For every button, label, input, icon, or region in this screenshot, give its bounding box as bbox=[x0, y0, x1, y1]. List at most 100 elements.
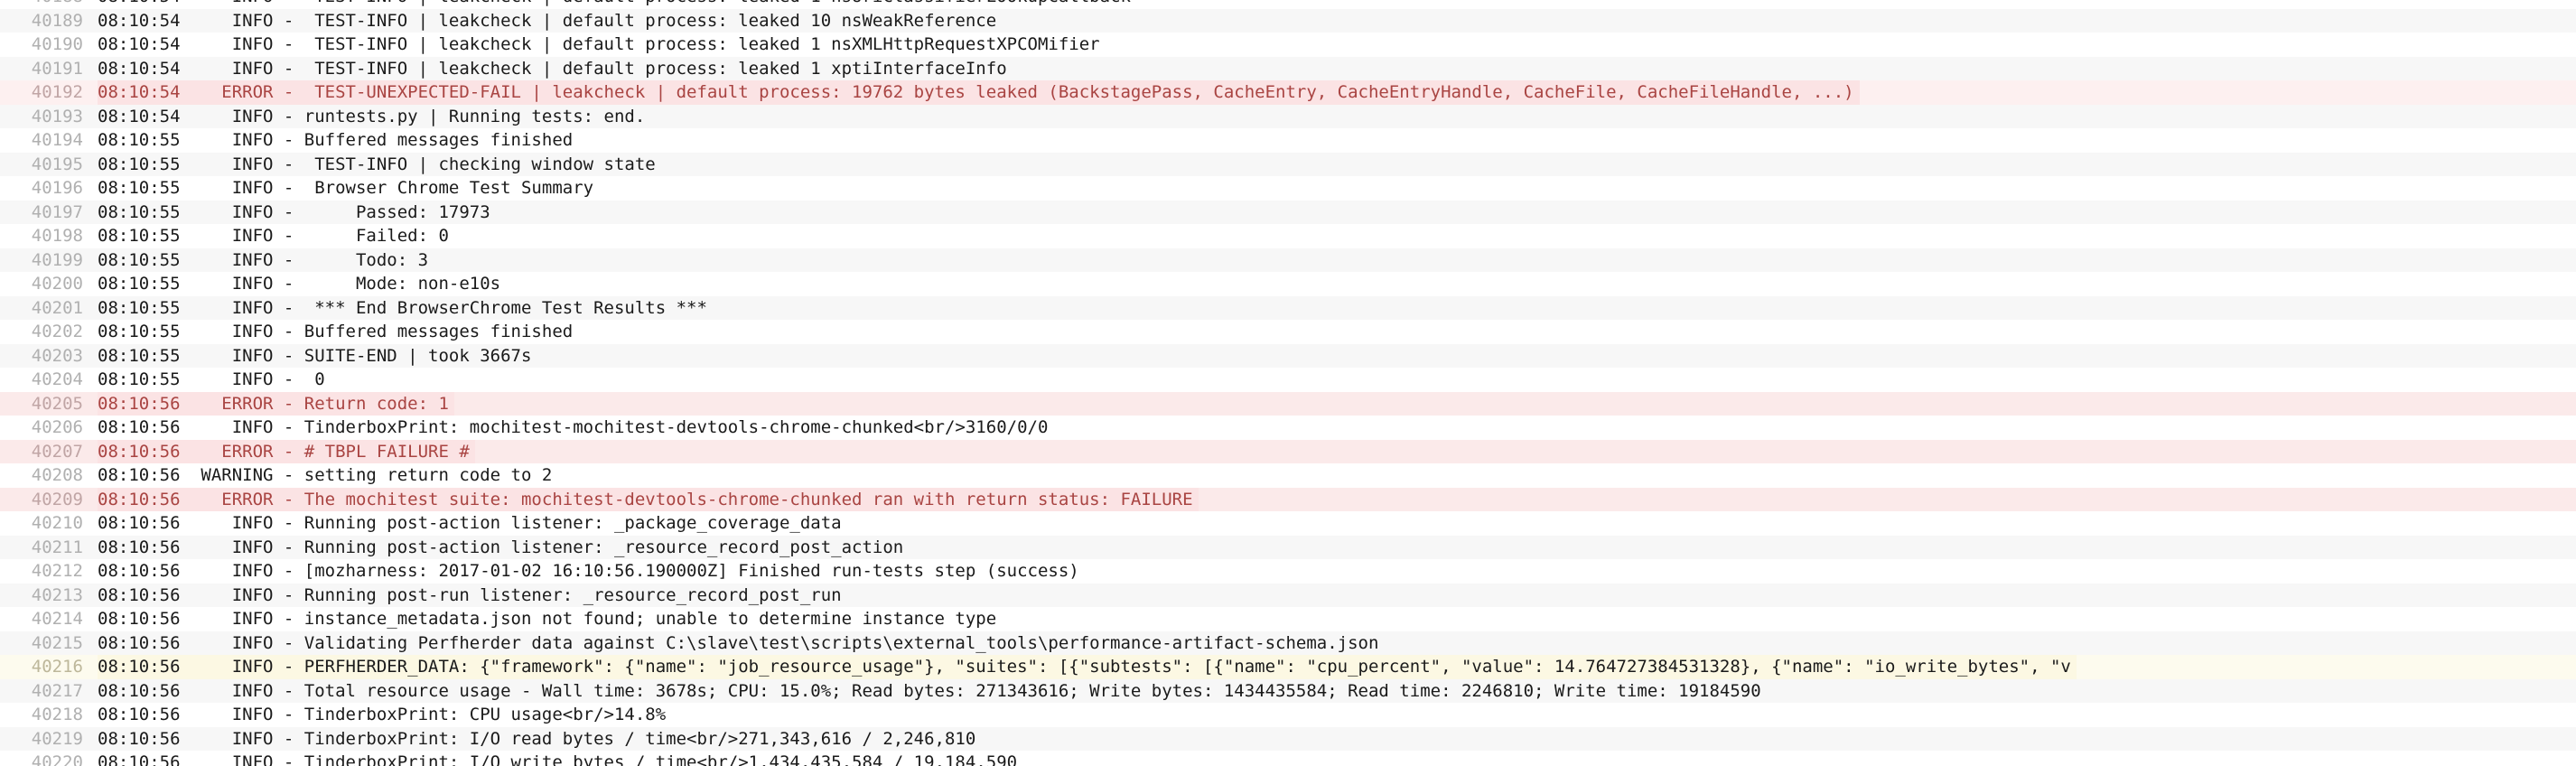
log-line-number: 40201 bbox=[31, 297, 83, 318]
log-line-text: 08:10:56 INFO - TinderboxPrint: mochites… bbox=[98, 417, 1049, 437]
log-row[interactable]: 40189 08:10:54 INFO - TEST-INFO | leakche… bbox=[0, 8, 2576, 33]
log-line-text: 08:10:56 INFO - Running post-action list… bbox=[98, 513, 842, 533]
log-line-number: 40192 bbox=[31, 82, 83, 102]
log-line-text: 08:10:55 INFO - SUITE-END | took 3667s bbox=[98, 345, 532, 366]
log-line-number: 40191 bbox=[31, 58, 83, 79]
log-line-text: 08:10:56 ERROR - The mochitest suite: mo… bbox=[98, 487, 1199, 511]
log-row[interactable]: 40210 08:10:56 INFO - Running post-action… bbox=[0, 511, 2576, 536]
log-line-number: 40189 bbox=[31, 10, 83, 31]
log-line-number: 40202 bbox=[31, 322, 83, 341]
log-line-number: 40211 bbox=[31, 537, 83, 557]
log-row[interactable]: 40201 08:10:55 INFO - *** End BrowserChro… bbox=[0, 295, 2576, 320]
log-line-text: 08:10:55 INFO - TEST-INFO | checking win… bbox=[98, 154, 656, 174]
log-row[interactable]: 40204 08:10:55 INFO - 0 bbox=[0, 368, 2576, 392]
log-row[interactable]: 40218 08:10:56 INFO - TinderboxPrint: CPU… bbox=[0, 703, 2576, 727]
log-row[interactable]: 40207 08:10:56 ERROR - # TBPL FAILURE # bbox=[0, 439, 2576, 463]
log-viewer[interactable]: 4018808:10:54 INFO - TEST-INFO | leakche… bbox=[0, 0, 2576, 766]
log-row[interactable]: 40213 08:10:56 INFO - Running post-run li… bbox=[0, 583, 2576, 607]
log-line-number: 40209 bbox=[31, 489, 83, 509]
log-line-number: 40208 bbox=[31, 465, 83, 485]
log-line-text: 08:10:54 INFO - TEST-INFO | leakcheck | … bbox=[98, 34, 1100, 54]
log-row[interactable]: 40215 08:10:56 INFO - Validating Perfherd… bbox=[0, 631, 2576, 655]
log-line-number: 40213 bbox=[31, 584, 83, 605]
log-row[interactable]: 40214 08:10:56 INFO - instance_metadata.j… bbox=[0, 607, 2576, 631]
log-line-number: 40212 bbox=[31, 561, 83, 581]
log-line-number: 40218 bbox=[31, 705, 83, 724]
log-row[interactable]: 40193 08:10:54 INFO - runtests.py | Runni… bbox=[0, 104, 2576, 128]
log-line-text: 08:10:54 INFO - runtests.py | Running te… bbox=[98, 106, 646, 126]
log-line-text: 08:10:56 INFO - instance_metadata.json n… bbox=[98, 609, 997, 629]
log-row[interactable]: 40206 08:10:56 INFO - TinderboxPrint: moc… bbox=[0, 416, 2576, 440]
log-row[interactable]: 40202 08:10:55 INFO - Buffered messages f… bbox=[0, 320, 2576, 344]
log-line-text: 08:10:54 INFO - TEST-INFO | leakcheck | … bbox=[98, 58, 1007, 79]
log-line-number: 40199 bbox=[31, 249, 83, 270]
log-line-number: 40203 bbox=[31, 345, 83, 366]
log-line-text: 08:10:55 INFO - *** End BrowserChrome Te… bbox=[98, 297, 707, 318]
log-line-text: 08:10:56 INFO - TinderboxPrint: I/O read… bbox=[98, 728, 976, 749]
log-row[interactable]: 40192 08:10:54 ERROR - TEST-UNEXPECTED-FA… bbox=[0, 80, 2576, 105]
log-line-number: 40190 bbox=[31, 34, 83, 54]
log-line-text: 08:10:56 INFO - [mozharness: 2017-01-02 … bbox=[98, 561, 1079, 581]
log-line-number: 40220 bbox=[31, 752, 83, 766]
log-line-text: 08:10:55 INFO - Failed: 0 bbox=[98, 226, 449, 246]
log-line-number: 40207 bbox=[31, 441, 83, 462]
log-row[interactable]: 40216 08:10:56 INFO - PERFHERDER_DATA: {"… bbox=[0, 655, 2576, 679]
log-line-text: 08:10:56 INFO - Running post-action list… bbox=[98, 537, 904, 557]
log-line-text: 08:10:54 INFO - TEST-INFO | leakcheck | … bbox=[98, 10, 997, 31]
log-line-number: 40197 bbox=[31, 201, 83, 222]
log-line-number: 40210 bbox=[31, 513, 83, 533]
log-row[interactable]: 40208 08:10:56 WARNING - setting return c… bbox=[0, 463, 2576, 488]
log-row[interactable]: 40209 08:10:56 ERROR - The mochitest suit… bbox=[0, 487, 2576, 511]
log-line-text: 08:10:56 INFO - TinderboxPrint: I/O writ… bbox=[98, 752, 1018, 766]
log-line-text: 08:10:55 INFO - 0 bbox=[98, 369, 325, 389]
log-line-number: 40196 bbox=[31, 178, 83, 198]
log-row[interactable]: 40197 08:10:55 INFO - Passed: 17973 bbox=[0, 200, 2576, 224]
log-row[interactable]: 40190 08:10:54 INFO - TEST-INFO | leakche… bbox=[0, 33, 2576, 57]
log-row[interactable]: 40219 08:10:56 INFO - TinderboxPrint: I/O… bbox=[0, 726, 2576, 751]
log-row[interactable]: 40212 08:10:56 INFO - [mozharness: 2017-0… bbox=[0, 559, 2576, 584]
log-line-text: 08:10:56 INFO - Running post-run listene… bbox=[98, 584, 842, 605]
log-row[interactable]: 40194 08:10:55 INFO - Buffered messages f… bbox=[0, 128, 2576, 153]
log-line-text: 08:10:55 INFO - Todo: 3 bbox=[98, 249, 429, 270]
log-line-number: 40217 bbox=[31, 680, 83, 701]
log-row[interactable]: 40217 08:10:56 INFO - Total resource usag… bbox=[0, 678, 2576, 703]
log-line-number: 40214 bbox=[31, 609, 83, 629]
log-line-number: 40215 bbox=[31, 632, 83, 653]
log-line-text: 08:10:56 INFO - Validating Perfherder da… bbox=[98, 632, 1379, 653]
log-line-text: 08:10:55 INFO - Passed: 17973 bbox=[98, 201, 490, 222]
log-line-number: 40205 bbox=[31, 393, 83, 414]
log-line-text: 08:10:56 INFO - PERFHERDER_DATA: {"frame… bbox=[98, 655, 2077, 679]
log-row[interactable]: 40199 08:10:55 INFO - Todo: 3 bbox=[0, 248, 2576, 272]
log-row[interactable]: 4018808:10:54 INFO - TEST-INFO | leakche… bbox=[0, 0, 2576, 9]
log-line-text: 08:10:56 ERROR - Return code: 1 bbox=[98, 391, 454, 416]
log-line-text: 08:10:54 INFO - TEST-INFO | leakcheck | … bbox=[98, 0, 1136, 9]
log-line-number: 40200 bbox=[31, 274, 83, 294]
log-line-text: 08:10:54 ERROR - TEST-UNEXPECTED-FAIL | … bbox=[98, 80, 1860, 105]
log-line-text: 08:10:56 INFO - TinderboxPrint: CPU usag… bbox=[98, 705, 667, 724]
log-line-text: 08:10:55 INFO - Browser Chrome Test Summ… bbox=[98, 178, 594, 198]
log-line-text: 08:10:55 INFO - Mode: non-e10s bbox=[98, 274, 501, 294]
log-row[interactable]: 40203 08:10:55 INFO - SUITE-END | took 36… bbox=[0, 343, 2576, 368]
log-line-number: 40188 bbox=[0, 0, 98, 9]
log-row[interactable]: 40191 08:10:54 INFO - TEST-INFO | leakche… bbox=[0, 56, 2576, 80]
log-line-text: 08:10:55 INFO - Buffered messages finish… bbox=[98, 130, 574, 150]
log-row[interactable]: 40200 08:10:55 INFO - Mode: non-e10s bbox=[0, 272, 2576, 296]
log-line-number: 40204 bbox=[31, 369, 83, 389]
log-row[interactable]: 40195 08:10:55 INFO - TEST-INFO | checkin… bbox=[0, 152, 2576, 176]
log-line-number: 40193 bbox=[31, 106, 83, 126]
log-row[interactable]: 40205 08:10:56 ERROR - Return code: 1 bbox=[0, 391, 2576, 416]
log-line-text: 08:10:55 INFO - Buffered messages finish… bbox=[98, 322, 574, 341]
log-line-number: 40219 bbox=[31, 728, 83, 749]
log-line-text: 08:10:56 WARNING - setting return code t… bbox=[98, 465, 553, 485]
log-line-number: 40195 bbox=[31, 154, 83, 174]
log-line-number: 40216 bbox=[31, 657, 83, 677]
log-line-text: 08:10:56 ERROR - # TBPL FAILURE # bbox=[98, 439, 475, 463]
log-line-number: 40206 bbox=[31, 417, 83, 437]
log-row[interactable]: 40220 08:10:56 INFO - TinderboxPrint: I/O… bbox=[0, 751, 2576, 766]
log-row[interactable]: 40211 08:10:56 INFO - Running post-action… bbox=[0, 535, 2576, 559]
log-row[interactable]: 40198 08:10:55 INFO - Failed: 0 bbox=[0, 224, 2576, 248]
log-line-number: 40194 bbox=[31, 130, 83, 150]
log-row[interactable]: 40196 08:10:55 INFO - Browser Chrome Test… bbox=[0, 176, 2576, 201]
log-line-text: 08:10:56 INFO - Total resource usage - W… bbox=[98, 680, 1761, 701]
log-line-number: 40198 bbox=[31, 226, 83, 246]
